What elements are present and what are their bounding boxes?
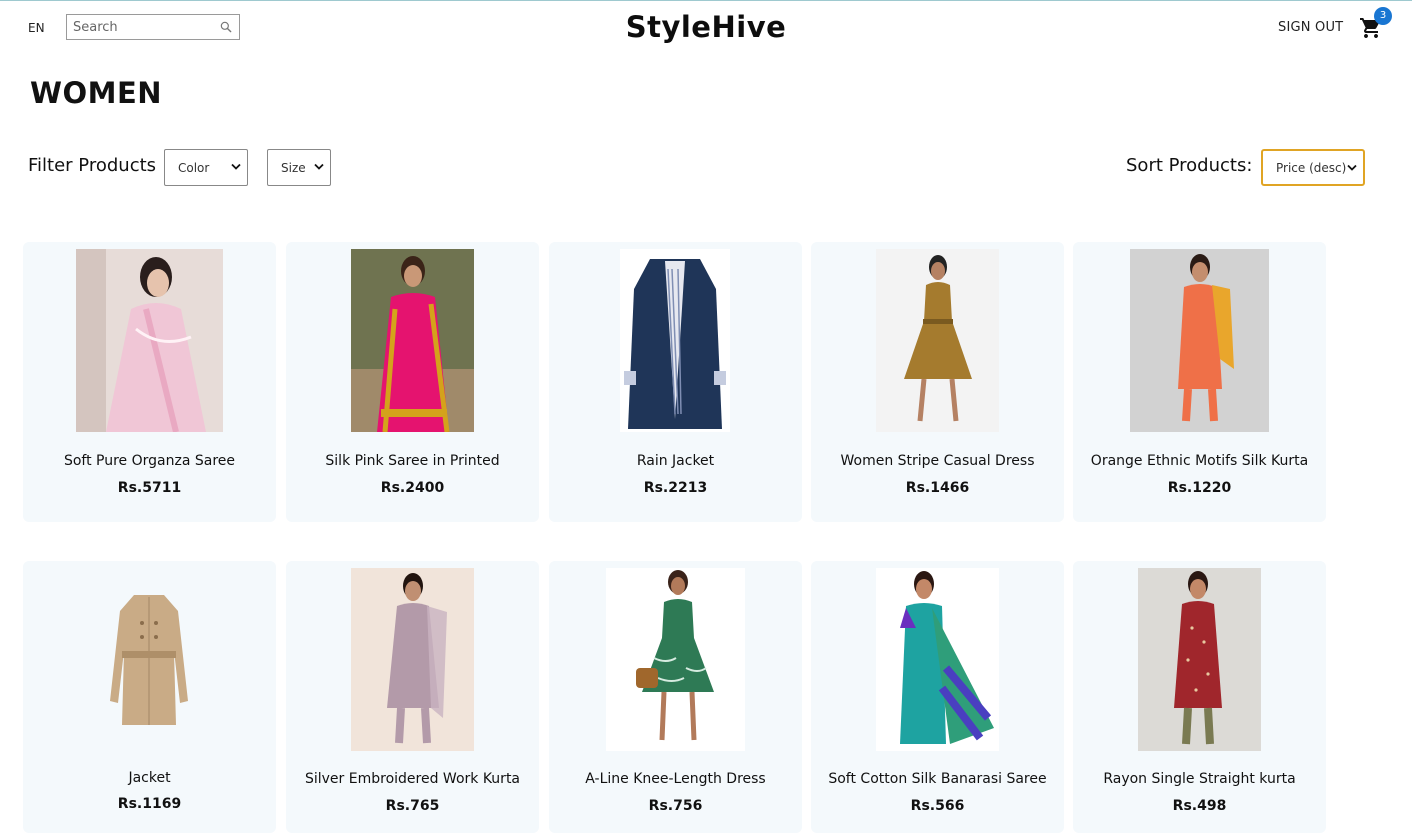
product-name[interactable]: Soft Pure Organza Saree xyxy=(23,453,276,469)
sort-value: Price (desc) xyxy=(1276,160,1347,175)
product-price: Rs.2213 xyxy=(643,480,708,496)
chevron-down-icon xyxy=(231,163,241,170)
product-price: Rs.1169 xyxy=(117,796,182,812)
color-filter-value: Color xyxy=(178,160,210,175)
color-filter-select[interactable]: Color xyxy=(164,149,248,186)
chevron-down-icon xyxy=(1347,164,1357,171)
product-card[interactable]: Women Stripe Casual Dress Rs.1466 xyxy=(811,242,1064,522)
product-card[interactable]: Soft Pure Organza Saree Rs.5711 xyxy=(23,242,276,522)
product-name[interactable]: A-Line Knee-Length Dress xyxy=(549,771,802,787)
product-price: Rs.498 xyxy=(1172,798,1227,814)
sort-select[interactable]: Price (desc) xyxy=(1261,149,1365,186)
product-image[interactable] xyxy=(876,568,999,751)
product-price: Rs.756 xyxy=(648,798,703,814)
product-name[interactable]: Rain Jacket xyxy=(549,453,802,469)
product-image[interactable] xyxy=(620,249,730,432)
product-image[interactable] xyxy=(76,249,223,432)
product-card[interactable]: A-Line Knee-Length Dress Rs.756 xyxy=(549,561,802,833)
product-price: Rs.1220 xyxy=(1167,480,1232,496)
product-card[interactable]: Rayon Single Straight kurta Rs.498 xyxy=(1073,561,1326,833)
product-card[interactable]: Rain Jacket Rs.2213 xyxy=(549,242,802,522)
product-name[interactable]: Soft Cotton Silk Banarasi Saree xyxy=(811,771,1064,787)
product-price: Rs.566 xyxy=(910,798,965,814)
brand-name[interactable]: StyleHive xyxy=(626,10,787,44)
cart-count-badge: 3 xyxy=(1374,7,1392,25)
product-name[interactable]: Women Stripe Casual Dress xyxy=(811,453,1064,469)
product-image[interactable] xyxy=(351,568,474,751)
product-card[interactable]: Orange Ethnic Motifs Silk Kurta Rs.1220 xyxy=(1073,242,1326,522)
product-price: Rs.2400 xyxy=(380,480,445,496)
product-card[interactable]: Silver Embroidered Work Kurta Rs.765 xyxy=(286,561,539,833)
product-card[interactable]: Jacket Rs.1169 xyxy=(23,561,276,833)
product-image[interactable] xyxy=(104,591,194,731)
product-name[interactable]: Silver Embroidered Work Kurta xyxy=(286,771,539,787)
brand-logo[interactable]: StyleHive xyxy=(0,10,1412,44)
sort-label: Sort Products: xyxy=(1126,155,1253,176)
size-filter-select[interactable]: Size xyxy=(267,149,331,186)
product-card[interactable]: Soft Cotton Silk Banarasi Saree Rs.566 xyxy=(811,561,1064,833)
product-image[interactable] xyxy=(876,249,999,432)
sign-out-link[interactable]: SIGN OUT xyxy=(1278,20,1343,35)
page-title: WOMEN xyxy=(30,76,163,110)
product-name[interactable]: Rayon Single Straight kurta xyxy=(1073,771,1326,787)
product-image[interactable] xyxy=(351,249,474,432)
product-image[interactable] xyxy=(606,568,745,751)
size-filter-value: Size xyxy=(281,160,306,175)
product-name[interactable]: Silk Pink Saree in Printed xyxy=(286,453,539,469)
product-name[interactable]: Jacket xyxy=(23,770,276,786)
product-image[interactable] xyxy=(1138,568,1261,751)
product-card[interactable]: Silk Pink Saree in Printed Rs.2400 xyxy=(286,242,539,522)
product-name[interactable]: Orange Ethnic Motifs Silk Kurta xyxy=(1073,453,1326,469)
filter-label: Filter Products xyxy=(28,155,157,176)
chevron-down-icon xyxy=(314,163,324,170)
product-price: Rs.5711 xyxy=(117,480,182,496)
product-price: Rs.1466 xyxy=(905,480,970,496)
header: EN StyleHive SIGN OUT 3 xyxy=(0,0,1412,56)
product-price: Rs.765 xyxy=(385,798,440,814)
product-image[interactable] xyxy=(1130,249,1269,432)
